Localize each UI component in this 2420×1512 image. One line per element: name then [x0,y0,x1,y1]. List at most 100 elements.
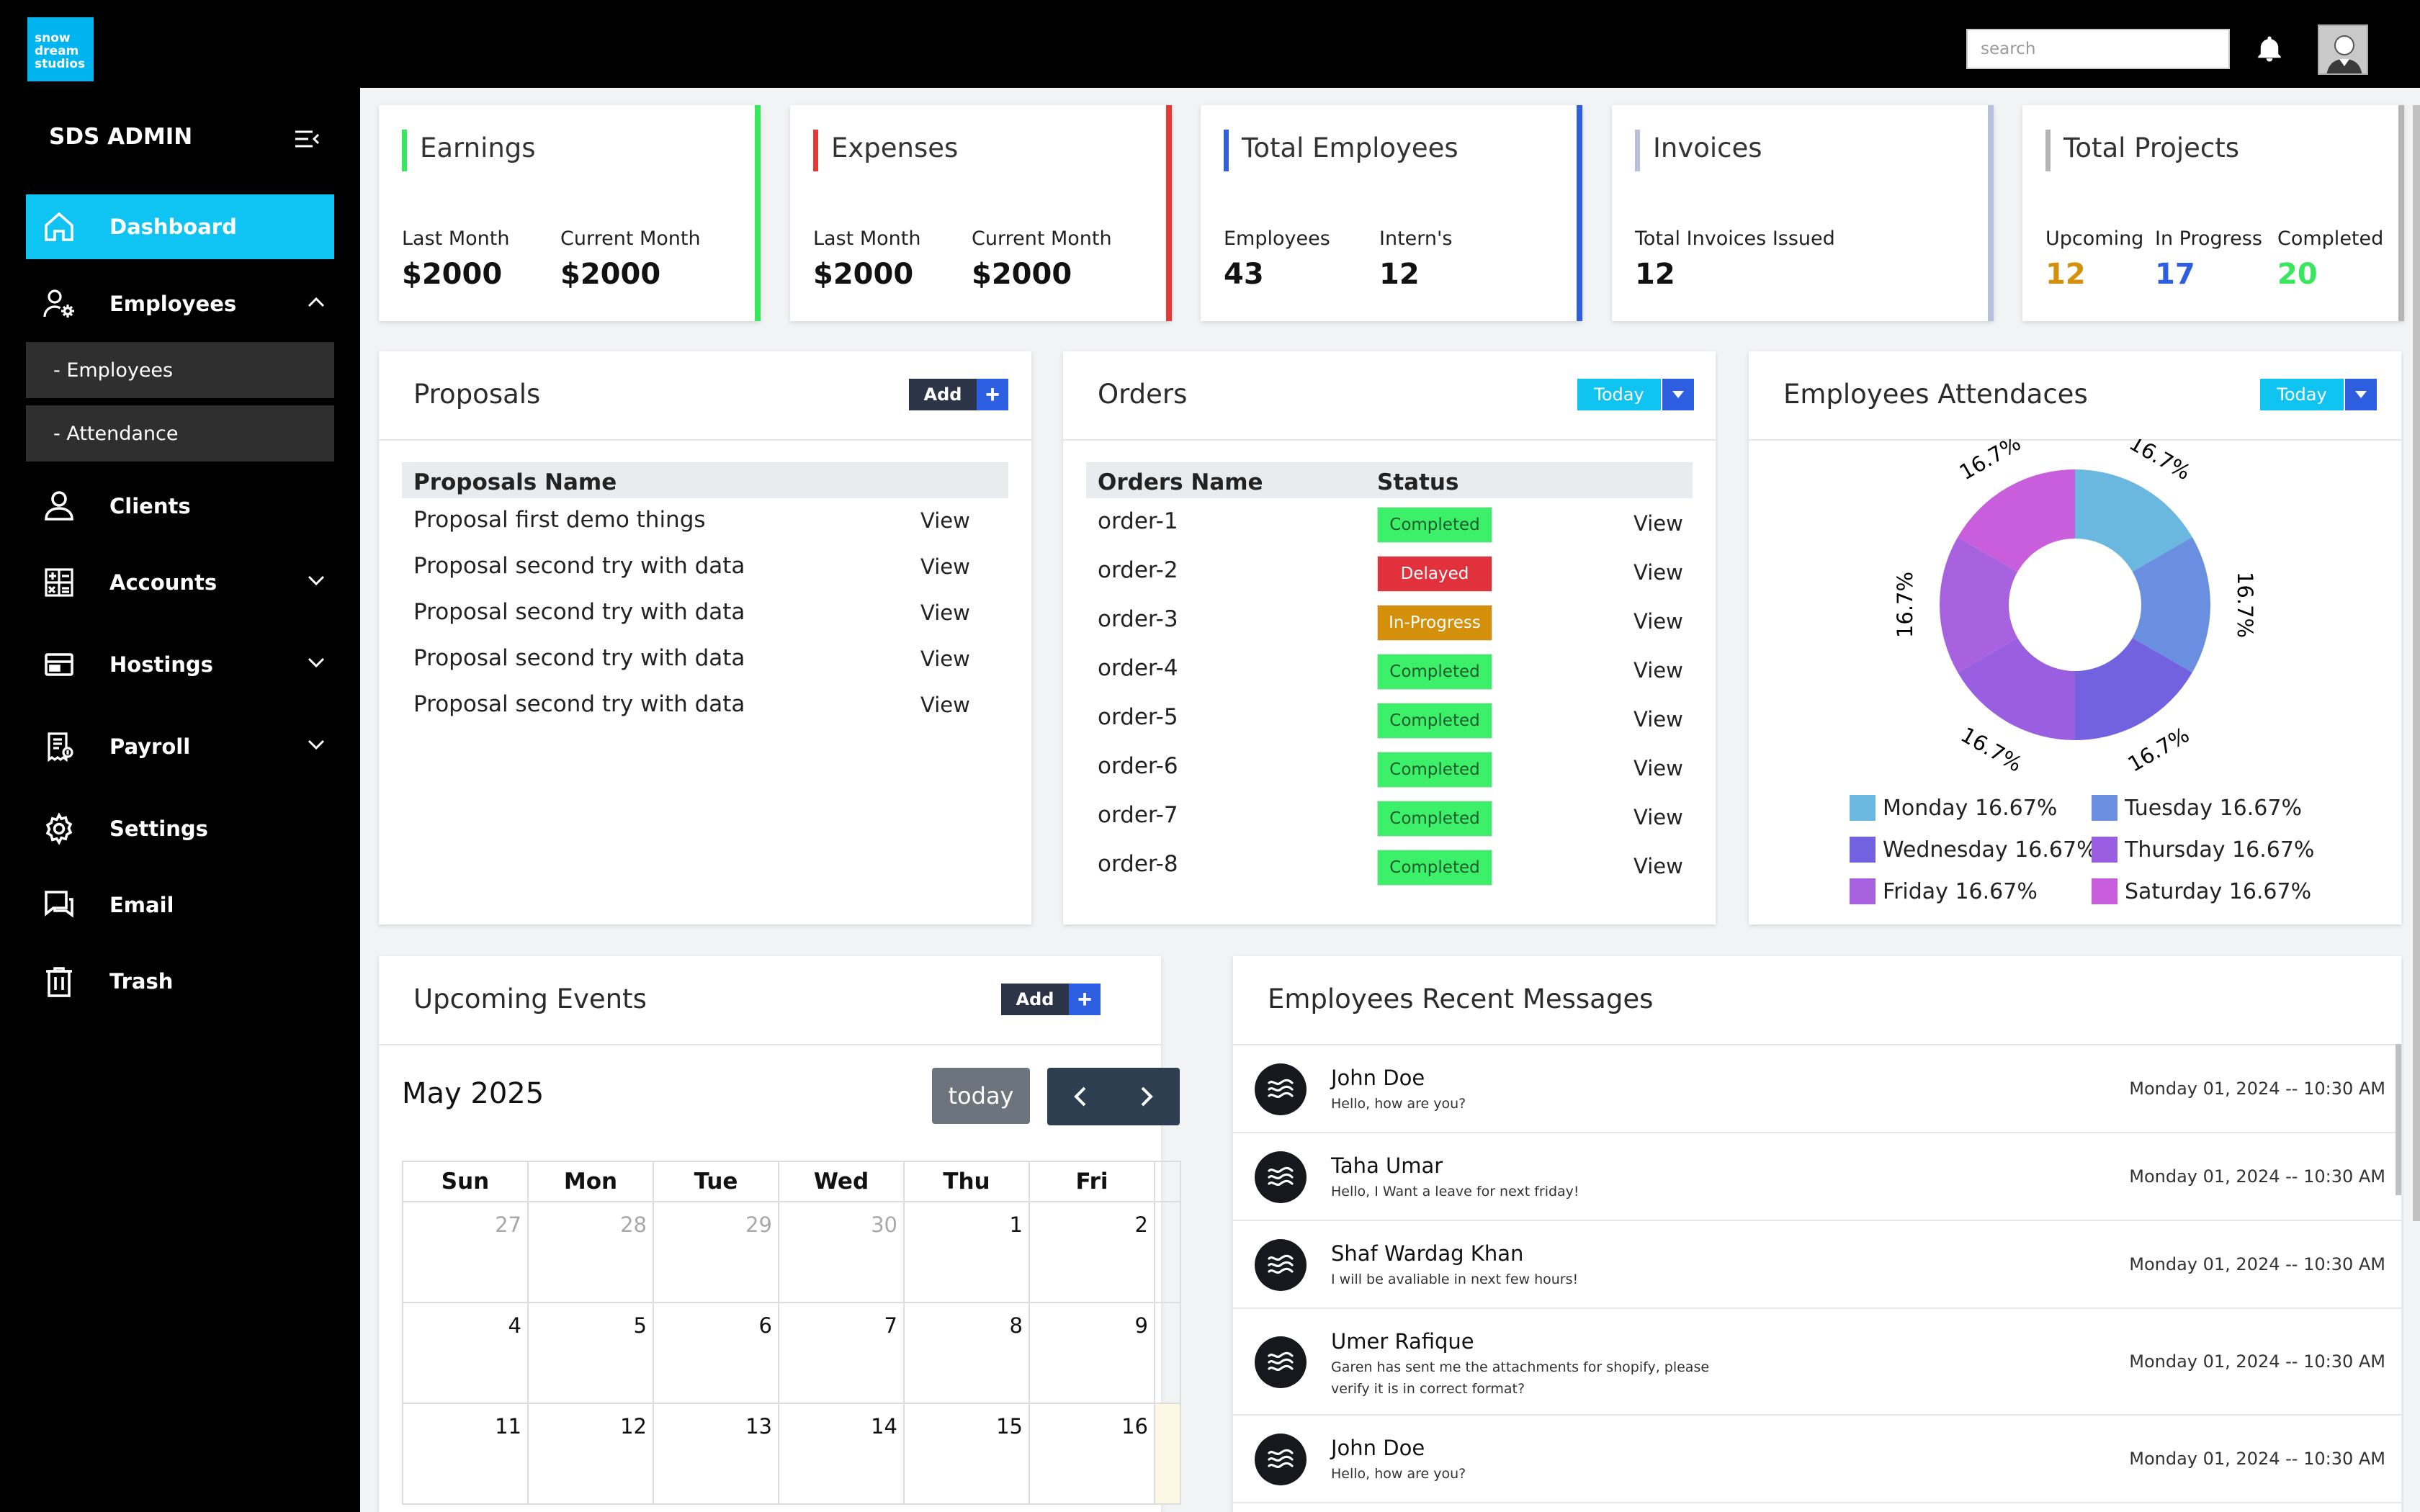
next-month-button[interactable] [1113,1068,1180,1125]
stat-value: 12 [1635,258,1675,291]
calendar-day[interactable]: 30 [778,1201,905,1303]
view-link[interactable]: View [920,693,970,717]
orders-filter-dropdown[interactable]: Today [1577,379,1694,410]
accent-bar [2045,130,2051,171]
today-button[interactable]: today [932,1068,1030,1124]
sidebar-collapse-icon[interactable] [294,129,321,149]
message-item[interactable]: Shaf Wardag Khan I will be avaliable in n… [1233,1221,2401,1309]
sidebar-item-accounts[interactable]: Accounts [26,550,334,615]
view-link[interactable]: View [1634,511,1683,536]
view-link[interactable]: View [1634,560,1683,585]
prev-month-button[interactable] [1047,1068,1113,1125]
message-item[interactable]: John Doe Hello, how are you? Monday 01, 20… [1233,1045,2401,1133]
sidebar-item-dashboard[interactable]: Dashboard [26,194,334,259]
panel-title: Proposals [413,379,541,410]
legend-item[interactable]: Friday 16.67% [1850,878,2038,904]
calendar-day[interactable]: 4 [402,1302,529,1404]
calendar-day[interactable]: 1 [903,1201,1030,1303]
order-name: order-7 [1098,802,1178,828]
sidebar-item-settings[interactable]: Settings [26,796,334,861]
legend-item[interactable]: Tuesday 16.67% [2092,795,2302,821]
calendar-day[interactable]: 11 [402,1403,529,1505]
avatar[interactable] [2318,24,2368,75]
legend-item[interactable]: Thursday 16.67% [2092,837,2314,863]
sidebar-item-label: Settings [109,816,208,841]
calendar-day[interactable]: 7 [778,1302,905,1404]
legend-swatch [1850,837,1876,863]
legend-swatch [1850,878,1876,904]
view-link[interactable]: View [1634,805,1683,829]
message-text: Hello, how are you? [1331,1466,1466,1482]
stat-label: Last Month [813,228,921,250]
message-text: I will be avaliable in next few hours! [1331,1272,1579,1287]
sidebar-item-employees[interactable]: Employees [26,271,334,336]
message-item[interactable]: Taha Umar Hello, I Want a leave for next … [1233,1133,2401,1221]
orders-table-header: Orders Name Status [1086,462,1693,498]
calendar-day[interactable]: 2 [1028,1201,1155,1303]
legend-label: Friday 16.67% [1883,878,2038,904]
sidebar-item-email[interactable]: Email [26,873,334,937]
sidebar-item-payroll[interactable]: Payroll [26,714,334,779]
order-name: order-8 [1098,851,1178,877]
calendar-day[interactable]: 12 [527,1403,654,1505]
scrollbar[interactable] [2396,1044,2401,1195]
view-link[interactable]: View [1634,658,1683,683]
view-link[interactable]: View [920,647,970,671]
calendar-day[interactable]: 9 [1028,1302,1155,1404]
stat-value: $2000 [813,258,914,291]
view-link[interactable]: View [920,554,970,579]
stat-label: Upcoming [2045,228,2144,250]
stat-value: 20 [2277,258,2318,291]
calendar-day[interactable]: 28 [527,1201,654,1303]
stat-value: $2000 [972,258,1072,291]
weekday-header-partial [1154,1161,1181,1202]
legend-item[interactable]: Wednesday 16.67% [1850,837,2097,863]
sidebar-item-trash[interactable]: Trash [26,949,334,1014]
calendar-day[interactable]: 29 [653,1201,779,1303]
page-scrollbar[interactable] [2413,105,2420,1221]
sidebar-item-label: Hostings [109,652,213,677]
search-input[interactable] [1966,29,2230,69]
message-item[interactable]: John Doe Hello, how are you? Monday 01, 20… [1233,1416,2401,1503]
calendar-day-partial[interactable] [1154,1302,1181,1404]
accent-bar [813,130,818,171]
user-icon [26,489,109,523]
caret-down-icon [1662,379,1694,410]
view-link[interactable]: View [1634,854,1683,878]
calendar-day[interactable]: 13 [653,1403,779,1505]
view-link[interactable]: View [1634,756,1683,780]
stat-value: 17 [2155,258,2195,291]
calendar-day[interactable]: 14 [778,1403,905,1505]
add-proposal-button[interactable]: Add + [909,379,1008,410]
legend-item[interactable]: Monday 16.67% [1850,795,2057,821]
order-name: order-6 [1098,753,1178,779]
order-name: order-4 [1098,655,1178,681]
message-item[interactable]: Umer Rafique Garen has sent me the attach… [1233,1309,2401,1416]
view-link[interactable]: View [1634,609,1683,634]
legend-swatch [2092,795,2118,821]
calendar-day-partial[interactable] [1154,1201,1181,1303]
calendar-day[interactable]: 16 [1028,1403,1155,1505]
calendar-day[interactable]: 6 [653,1302,779,1404]
view-link[interactable]: View [920,508,970,533]
card-title: Earnings [420,132,536,163]
calendar-day[interactable]: 15 [903,1403,1030,1505]
legend-item[interactable]: Saturday 16.67% [2092,878,2311,904]
sidebar-item-clients[interactable]: Clients [26,474,334,539]
calendar-day[interactable]: 27 [402,1201,529,1303]
bell-icon[interactable] [2254,33,2285,65]
weekday-header: Mon [527,1161,654,1202]
sidebar-subitem-attendance[interactable]: - Attendance [26,405,334,462]
logo[interactable]: snow dream studios [27,17,94,81]
calendar-day[interactable]: 5 [527,1302,654,1404]
add-event-button[interactable]: Add + [1001,984,1101,1015]
calendar-grid: Sun Mon Tue Wed Thu Fri 27 28 29 30 1 2 4 5 6 7 8 9 11 12 1… [402,1161,1181,1505]
view-link[interactable]: View [920,600,970,625]
calendar-day-partial[interactable] [1154,1403,1181,1505]
data-label: 16.7% [1893,572,1917,638]
sidebar-subitem-employees[interactable]: - Employees [26,342,334,398]
view-link[interactable]: View [1634,707,1683,732]
calendar-day[interactable]: 8 [903,1302,1030,1404]
attendance-filter-dropdown[interactable]: Today [2260,379,2377,410]
sidebar-item-hostings[interactable]: Hostings [26,632,334,697]
